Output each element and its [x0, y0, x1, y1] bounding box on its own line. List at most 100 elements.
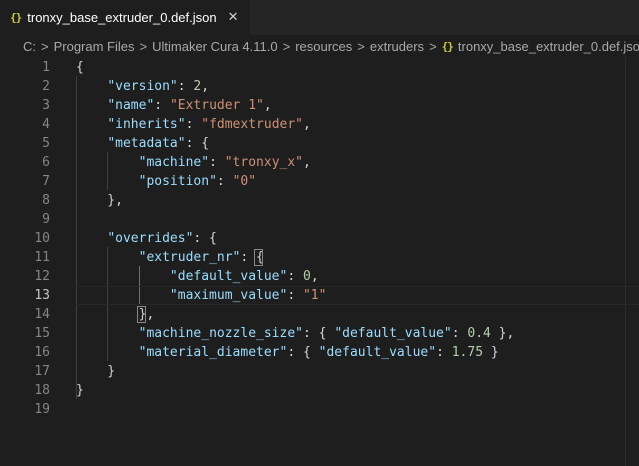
code-line[interactable]: 16 "material_diameter": { "default_value…: [0, 343, 639, 362]
code-token: "position": [138, 174, 217, 189]
code-line[interactable]: 5 "metadata": {: [0, 134, 639, 153]
bracket-match-highlight: [137, 306, 147, 323]
line-number: 4: [42, 117, 50, 132]
code-text[interactable]: "overrides": {: [76, 229, 217, 248]
code-line[interactable]: 10 "overrides": {: [0, 229, 639, 248]
code-text[interactable]: "machine_nozzle_size": { "default_value"…: [76, 324, 515, 343]
code-token: :: [177, 79, 194, 94]
code-line[interactable]: 19: [0, 400, 639, 419]
breadcrumb-program-files[interactable]: Program Files: [54, 39, 135, 54]
json-braces-icon: {}: [10, 11, 22, 24]
code-text[interactable]: "position": "0": [76, 172, 256, 191]
code-line[interactable]: 17 }: [0, 362, 639, 381]
code-token: },: [76, 193, 123, 208]
breadcrumb: C: > Program Files > Ultimaker Cura 4.11…: [0, 35, 639, 57]
code-line[interactable]: 18}: [0, 381, 639, 400]
code-token: :: [287, 269, 303, 284]
breadcrumb-drive[interactable]: C:: [23, 39, 36, 54]
code-token: "maximum_value": [169, 288, 288, 303]
code-token: :: [436, 345, 452, 360]
line-number: 11: [34, 250, 50, 265]
line-number: 3: [42, 98, 50, 113]
breadcrumb-resources[interactable]: resources: [295, 39, 352, 54]
code-text[interactable]: "maximum_value": "1": [76, 286, 327, 305]
code-token: 0.4: [467, 326, 491, 341]
code-line[interactable]: 6 "machine": "tronxy_x",: [0, 153, 639, 172]
code-text[interactable]: "version": 2,: [76, 77, 209, 96]
code-line[interactable]: 12 "default_value": 0,: [0, 267, 639, 286]
code-text[interactable]: "default_value": 0,: [76, 267, 319, 286]
code-text[interactable]: "inherits": "fdmextruder",: [76, 115, 311, 134]
code-text[interactable]: "metadata": {: [76, 134, 209, 153]
code-token: }: [76, 383, 84, 398]
code-token: "tronxy_x": [224, 155, 304, 170]
code-token: "machine": [138, 155, 210, 170]
code-text[interactable]: "material_diameter": { "default_value": …: [76, 343, 499, 362]
code-token: ,: [303, 155, 311, 170]
breadcrumb-extruders[interactable]: extruders: [370, 39, 424, 54]
code-token: "extruder_nr": [138, 250, 241, 265]
code-line[interactable]: 8 },: [0, 191, 639, 210]
code-line[interactable]: 9: [0, 210, 639, 229]
code-token: "material_diameter": [138, 345, 288, 360]
code-token: },: [490, 326, 515, 341]
code-token: : {: [185, 136, 210, 151]
code-line[interactable]: 15 "machine_nozzle_size": { "default_val…: [0, 324, 639, 343]
code-text[interactable]: {: [76, 58, 84, 77]
code-text[interactable]: "machine": "tronxy_x",: [76, 153, 311, 172]
breadcrumb-separator: >: [357, 38, 365, 54]
code-line[interactable]: 4 "inherits": "fdmextruder",: [0, 115, 639, 134]
code-token: "metadata": [107, 136, 186, 151]
code-line[interactable]: 14 },: [0, 305, 639, 324]
code-token: :: [216, 174, 233, 189]
line-number: 6: [42, 155, 50, 170]
code-token: "overrides": [107, 231, 194, 246]
code-text[interactable]: },: [76, 191, 123, 210]
code-editor[interactable]: 1{2 "version": 2, 3 "name": "Extruder 1",…: [0, 57, 639, 466]
line-number: 17: [34, 364, 50, 379]
code-token: ,: [310, 269, 319, 284]
code-line[interactable]: 3 "name": "Extruder 1",: [0, 96, 639, 115]
line-number: 15: [34, 326, 50, 341]
line-number: 13: [34, 288, 50, 303]
code-text[interactable]: }: [76, 381, 84, 400]
code-token: : {: [303, 326, 335, 341]
vertical-scrollbar[interactable]: [625, 57, 639, 466]
code-token: ,: [146, 307, 155, 322]
breadcrumb-file[interactable]: tronxy_base_extruder_0.def.json: [458, 39, 639, 54]
breadcrumb-separator: >: [139, 38, 148, 54]
breadcrumb-cura[interactable]: Ultimaker Cura 4.11.0: [152, 39, 277, 54]
code-token: }: [76, 364, 116, 379]
line-number: 16: [34, 345, 50, 360]
code-token: "inherits": [107, 117, 186, 132]
line-number: 5: [42, 136, 50, 151]
breadcrumb-separator: >: [282, 38, 291, 54]
code-text[interactable]: "extruder_nr": {: [76, 248, 264, 267]
code-line[interactable]: 13 "maximum_value": "1": [0, 286, 639, 305]
code-line[interactable]: 7 "position": "0": [0, 172, 639, 191]
code-line[interactable]: 11 "extruder_nr": {: [0, 248, 639, 267]
tab-title[interactable]: tronxy_base_extruder_0.def.json: [27, 10, 216, 25]
code-token: :: [287, 288, 303, 303]
code-token: "default_value": [318, 345, 437, 360]
code-token: :: [154, 98, 170, 113]
code-token: :: [209, 155, 225, 170]
code-token: "1": [302, 288, 327, 303]
line-number: 18: [34, 383, 50, 398]
code-token: "Extruder 1": [169, 98, 264, 113]
code-text[interactable]: "name": "Extruder 1",: [76, 96, 271, 115]
code-token: : {: [287, 345, 319, 360]
editor-tab[interactable]: {} tronxy_base_extruder_0.def.json ✕: [0, 0, 250, 35]
code-line[interactable]: 1{: [0, 58, 639, 77]
code-text[interactable]: }: [76, 362, 115, 381]
code-line[interactable]: 2 "version": 2,: [0, 77, 639, 96]
close-icon[interactable]: ✕: [228, 10, 239, 25]
